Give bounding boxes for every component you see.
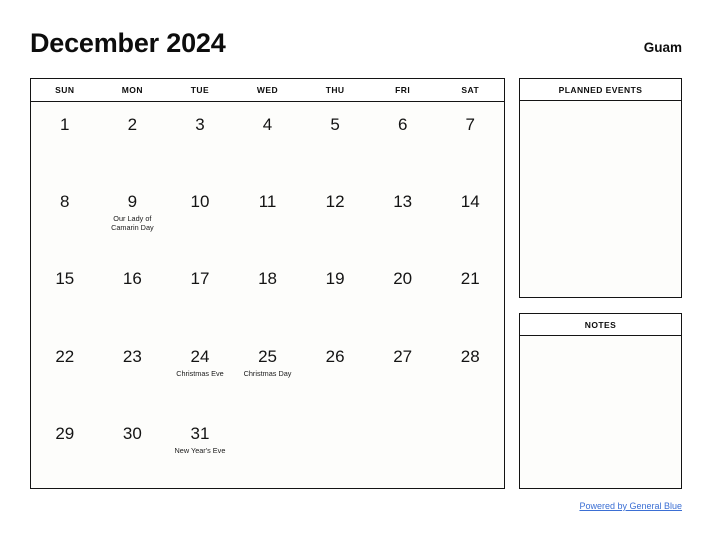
day-cell-21[interactable]: 21 bbox=[436, 256, 504, 333]
day-cell-empty bbox=[369, 411, 437, 488]
day-number: 25 bbox=[258, 346, 277, 366]
day-number: 20 bbox=[393, 269, 413, 289]
day-cell-empty bbox=[234, 411, 302, 488]
day-number: 7 bbox=[465, 115, 475, 134]
weekday-header-sat: SAT bbox=[461, 85, 480, 95]
day-cell-20[interactable]: 20 bbox=[369, 256, 437, 333]
calendar-week-row: 22 23 24 Christmas Eve 25 Christmas Day 26 27 28 bbox=[31, 334, 504, 411]
day-number: 22 bbox=[55, 346, 75, 366]
day-cell-9[interactable]: 9 Our Lady of Camarin Day bbox=[99, 179, 167, 256]
calendar-week-row: 29 30 31 New Year's Eve bbox=[31, 411, 504, 488]
weekday-header-fri: FRI bbox=[395, 85, 411, 95]
day-cell-2[interactable]: 2 bbox=[99, 102, 167, 179]
footer: Powered by General Blue bbox=[400, 496, 682, 514]
day-cell-6[interactable]: 6 bbox=[369, 102, 437, 179]
weekday-header-mon: MON bbox=[121, 85, 143, 95]
day-cell-24[interactable]: 24 Christmas Eve bbox=[166, 334, 234, 411]
page-title: December 2024 bbox=[30, 28, 226, 58]
day-number: 14 bbox=[460, 192, 480, 212]
day-number: 17 bbox=[190, 269, 210, 289]
planned-events-body[interactable] bbox=[520, 101, 681, 297]
day-cell-12[interactable]: 12 bbox=[301, 179, 369, 256]
day-number: 1 bbox=[60, 115, 70, 134]
day-number: 5 bbox=[330, 115, 340, 134]
day-number: 13 bbox=[393, 192, 413, 212]
day-number: 18 bbox=[258, 269, 277, 289]
day-cell-30[interactable]: 30 bbox=[99, 411, 167, 488]
day-number: 30 bbox=[122, 423, 142, 443]
calendar-week-row: 8 9 Our Lady of Camarin Day 10 11 12 13 14 bbox=[31, 179, 504, 256]
weekday-header-wed: WED bbox=[256, 85, 279, 95]
day-cell-29[interactable]: 29 bbox=[31, 411, 99, 488]
day-cell-1[interactable]: 1 bbox=[31, 102, 99, 179]
day-cell-5[interactable]: 5 bbox=[301, 102, 369, 179]
day-number: 8 bbox=[60, 192, 70, 212]
powered-by-link[interactable]: Powered by General Blue bbox=[579, 501, 682, 511]
page-header: December 2024 Guam bbox=[30, 28, 682, 68]
day-cell-10[interactable]: 10 bbox=[166, 179, 234, 256]
day-cell-7[interactable]: 7 bbox=[436, 102, 504, 179]
day-cell-empty bbox=[436, 411, 504, 488]
day-number: 23 bbox=[122, 346, 142, 366]
calendar-grid: SUN MON TUE WED THU FRI SAT 1 2 3 4 5 6 7 8 9 Our Lady … bbox=[30, 78, 505, 489]
weekday-header-row: SUN MON TUE WED THU FRI SAT bbox=[31, 79, 504, 102]
location-label: Guam bbox=[643, 40, 682, 55]
day-event-label: Christmas Day bbox=[243, 368, 292, 378]
weekday-header-tue: TUE bbox=[190, 85, 210, 95]
day-number: 3 bbox=[195, 115, 205, 134]
notes-panel: NOTES bbox=[519, 313, 682, 489]
day-cell-22[interactable]: 22 bbox=[31, 334, 99, 411]
day-cell-23[interactable]: 23 bbox=[99, 334, 167, 411]
day-number: 9 bbox=[127, 192, 138, 212]
day-event-label: Christmas Eve bbox=[176, 368, 224, 378]
day-cell-27[interactable]: 27 bbox=[369, 334, 437, 411]
calendar-weeks: 1 2 3 4 5 6 7 8 9 Our Lady of Camarin Day 10 11 12 13… bbox=[31, 102, 504, 488]
day-cell-26[interactable]: 26 bbox=[301, 334, 369, 411]
day-cell-3[interactable]: 3 bbox=[166, 102, 234, 179]
day-number: 12 bbox=[325, 192, 345, 212]
day-number: 16 bbox=[122, 269, 142, 289]
day-cell-8[interactable]: 8 bbox=[31, 179, 99, 256]
day-cell-13[interactable]: 13 bbox=[369, 179, 437, 256]
day-number: 4 bbox=[262, 115, 273, 134]
calendar-week-row: 1 2 3 4 5 6 7 bbox=[31, 102, 504, 179]
day-number: 24 bbox=[190, 346, 210, 366]
day-number: 10 bbox=[190, 192, 210, 212]
day-number: 27 bbox=[393, 346, 413, 366]
day-cell-16[interactable]: 16 bbox=[99, 256, 167, 333]
day-cell-15[interactable]: 15 bbox=[31, 256, 99, 333]
day-cell-4[interactable]: 4 bbox=[234, 102, 302, 179]
day-number: 26 bbox=[325, 346, 345, 366]
day-cell-14[interactable]: 14 bbox=[436, 179, 504, 256]
day-event-label: New Year's Eve bbox=[174, 445, 226, 455]
day-number: 19 bbox=[325, 269, 345, 289]
day-cell-11[interactable]: 11 bbox=[234, 179, 302, 256]
day-cell-empty bbox=[301, 411, 369, 488]
notes-body[interactable] bbox=[520, 336, 681, 488]
day-cell-17[interactable]: 17 bbox=[166, 256, 234, 333]
weekday-header-thu: THU bbox=[325, 85, 345, 95]
calendar-week-row: 15 16 17 18 19 20 21 bbox=[31, 256, 504, 333]
day-number: 28 bbox=[460, 346, 480, 366]
weekday-header-sun: SUN bbox=[55, 85, 75, 95]
day-number: 6 bbox=[397, 115, 408, 134]
day-number: 21 bbox=[460, 269, 480, 289]
day-cell-28[interactable]: 28 bbox=[436, 334, 504, 411]
planned-events-panel: PLANNED EVENTS bbox=[519, 78, 682, 298]
day-cell-18[interactable]: 18 bbox=[234, 256, 302, 333]
day-number: 11 bbox=[258, 192, 277, 212]
day-number: 31 bbox=[190, 423, 210, 443]
planned-events-title: PLANNED EVENTS bbox=[520, 79, 681, 101]
day-number: 29 bbox=[55, 423, 75, 443]
day-cell-31[interactable]: 31 New Year's Eve bbox=[166, 411, 234, 488]
day-event-label: Our Lady of Camarin Day bbox=[111, 214, 154, 233]
notes-title: NOTES bbox=[520, 314, 681, 336]
day-cell-25[interactable]: 25 Christmas Day bbox=[234, 334, 302, 411]
day-number: 2 bbox=[127, 115, 138, 134]
day-cell-19[interactable]: 19 bbox=[301, 256, 369, 333]
day-number: 15 bbox=[55, 269, 75, 289]
